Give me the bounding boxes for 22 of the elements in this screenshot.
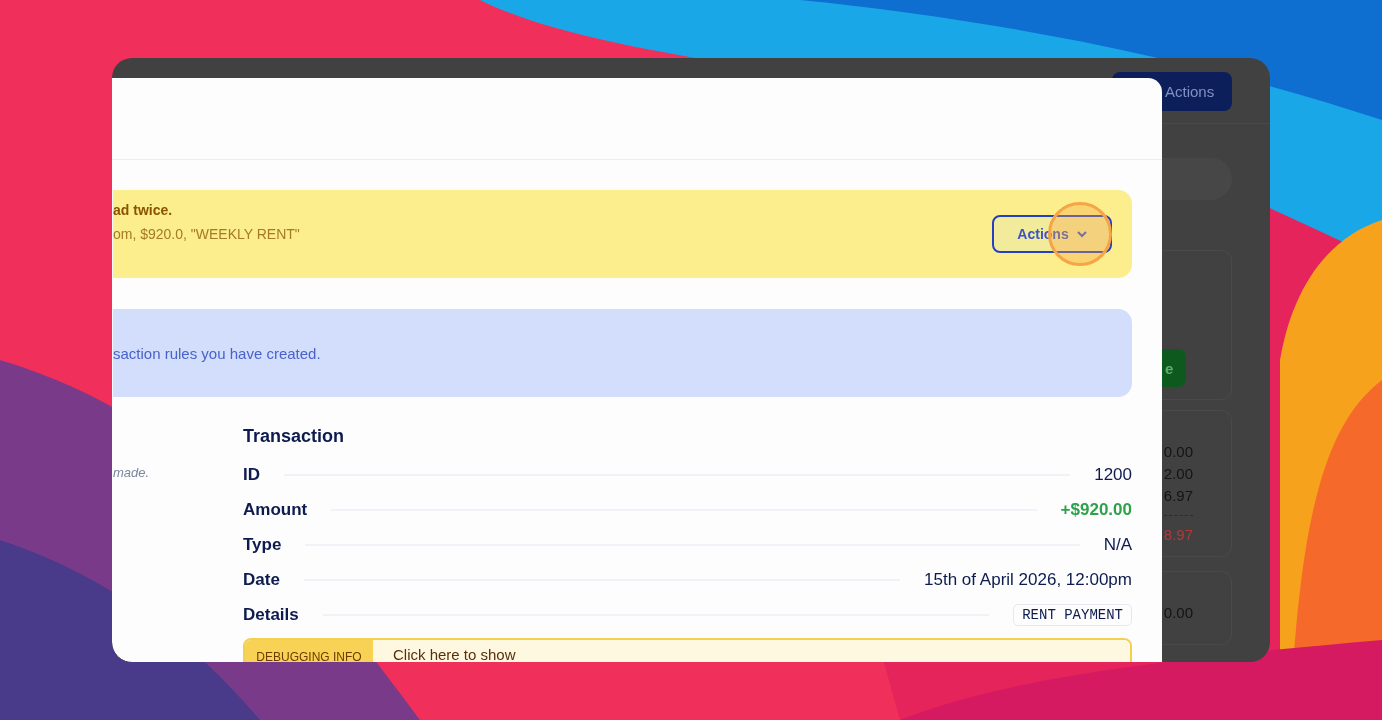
hint-text: made.	[113, 465, 150, 480]
search-pill	[1162, 158, 1232, 200]
warning-title: ad twice.	[113, 202, 174, 218]
section-heading: Transaction	[243, 425, 346, 448]
save-button[interactable]: e	[1162, 349, 1186, 387]
details-tag: RENT PAYMENT	[1013, 603, 1132, 626]
amount-text: 8.97	[1163, 515, 1193, 546]
show-link[interactable]: Click here to show	[373, 640, 1130, 662]
field-label: ID	[243, 464, 260, 485]
chevron-down-icon	[1076, 230, 1087, 238]
field-value: +$920.00	[1060, 499, 1132, 520]
field-label: Type	[243, 534, 282, 555]
field-value: 15th of April 2026, 12:00pm	[924, 569, 1132, 590]
warning-details: om, $920.0, "WEEKLY RENT"	[113, 226, 300, 242]
debug-bar[interactable]: DEBUGGING INFO Click here to show	[243, 638, 1132, 662]
debug-label: DEBUGGING INFO	[245, 640, 373, 662]
info-text: saction rules you have created.	[113, 344, 321, 362]
field-label: Details	[243, 604, 299, 625]
field-value: 1200	[1094, 464, 1132, 485]
field-label: Date	[243, 569, 280, 590]
field-value: N/A	[1103, 534, 1132, 555]
field-label: Amount	[243, 499, 308, 520]
